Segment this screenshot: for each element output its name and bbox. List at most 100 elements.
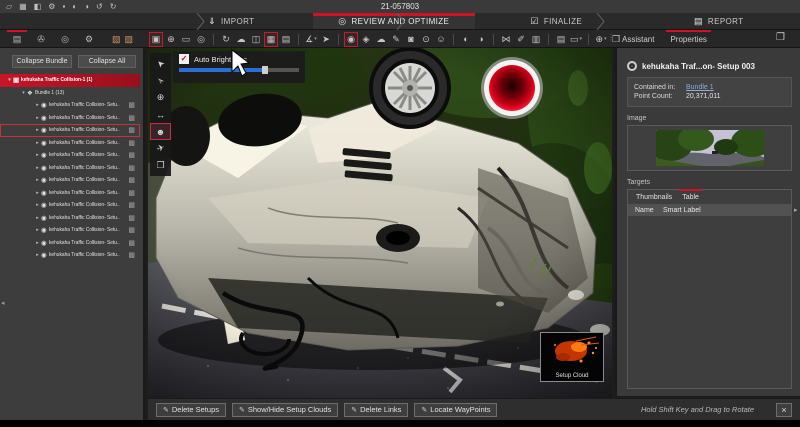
pick-point-tool-icon[interactable]: ➤ [319,32,333,47]
tree-expand-caret[interactable]: ▸ [34,140,41,146]
pedestrian-tool-icon[interactable]: ☺ [434,32,448,47]
draw-line-tool-icon[interactable]: ✐ [514,32,528,47]
pan-tool-icon[interactable]: ⊕ [164,32,178,47]
tree-setup-row[interactable]: ▸ ◉ kehukaha Traffic Collision- Setu... ▩ [0,187,140,200]
properties-panel: kehukaha Traf...on- Setup 003 Contained … [615,48,800,396]
tree-setup-row[interactable]: ▸ ◉ kehukaha Traffic Collision- Setu... ▩ [0,224,140,237]
tree-setup-row[interactable]: ▸ ◉ kehukaha Traffic Collision- Setu... ▩ [0,162,140,175]
setup-document-tool-icon[interactable]: ▤ [554,32,568,47]
tab-targets[interactable]: ◎ [53,30,77,48]
scan-position-marker[interactable] [481,57,543,119]
select-arrow-tool-icon[interactable]: ➤ [150,55,171,72]
delete-setups-button[interactable]: ✎ Delete Setups [156,402,226,417]
tree-setup-row[interactable]: ▸ ◉ kehukaha Traffic Collision- Setu... ▩ [0,124,140,137]
globe-view-tool-icon[interactable]: ◐ [459,32,473,47]
tab-assistant[interactable]: Assistant [620,30,656,48]
tree-expand-caret[interactable]: ▸ [34,115,41,121]
workflow-tab-finalize[interactable]: ☑ FINALIZE [475,13,638,29]
target-tool-icon[interactable]: ◉ [344,31,358,47]
orbit-view-tool-icon[interactable]: ⊕ ▾ [594,32,608,47]
move-tool-icon[interactable]: ⊕ [150,89,171,106]
tree-root-bundle[interactable]: ▾ ▣ kehukaha Traffic Collision-1 (1) [0,74,140,87]
tab-attachments[interactable]: ✇ [29,30,53,48]
person-view-tool-icon[interactable]: ☻ [150,123,171,140]
panel-layout-icon[interactable]: ❐ [776,32,785,43]
dropdown-caret-icon[interactable]: ▾ [314,36,317,42]
cloud-tool-icon[interactable]: ☁ [374,32,388,47]
tree-setup-row[interactable]: ▸ ◉ kehukaha Traffic Collision- Setu... ▩ [0,174,140,187]
panorama-viewport[interactable]: ➤ ➢ ⊕ ↔ ☻ ✈ ❒ ✓ Auto Brightness Setup Cl… [148,48,612,398]
tag-tool-icon[interactable]: ◈ [359,32,373,47]
tree-setup-row[interactable]: ▸ ◉ kehukaha Traffic Collision- Setu... ▩ [0,199,140,212]
tab-thumbnails[interactable]: Thumbnails [636,194,672,201]
setup-cloud-thumbnail[interactable]: Setup Cloud [540,332,604,382]
snapshot-tool-icon[interactable]: ◙ [404,32,418,47]
tree-expand-caret[interactable]: ▾ [20,90,27,96]
clipboard-tool-icon[interactable]: ▥ [529,32,543,47]
view-rectangle-tool-icon[interactable]: ▭ ▾ [569,32,583,47]
tree-expand-caret[interactable]: ▸ [34,152,41,158]
planar-view-tool-icon[interactable]: ▤ [279,32,293,47]
tab-processing-settings[interactable]: ⚙ [77,30,101,48]
cube-view-tool-icon[interactable]: ❒ [150,157,171,174]
collapse-all-button[interactable]: Collapse All [78,55,136,68]
tree-setup-row[interactable]: ▸ ◉ kehukaha Traffic Collision- Setu... ▩ [0,112,140,125]
workflow-tab-import[interactable]: ⇓ IMPORT [0,13,313,29]
fly-tool-icon[interactable]: ✈ [150,140,171,157]
tree-expand-caret[interactable]: ▸ [34,240,41,246]
bubble-view-tool-icon[interactable]: ◫ [249,32,263,47]
tree-expand-caret[interactable]: ▸ [34,252,41,258]
delete-links-button[interactable]: ✎ Delete Links [344,402,409,417]
tree-setup-row[interactable]: ▸ ◉ kehukaha Traffic Collision- Setu... ▩ [0,137,140,150]
tree-expand-caret[interactable]: ▸ [34,177,41,183]
tree-expand-caret[interactable]: ▸ [34,127,41,133]
tree-setup-row[interactable]: ▸ ◉ kehukaha Traffic Collision- Setu... ▩ [0,212,140,225]
tree-setup-row[interactable]: ▸ ◉ kehukaha Traffic Collision- Setu... ▩ [0,249,140,262]
workflow-tab-review-and-optimize[interactable]: ◎ REVIEW AND OPTIMIZE [312,13,475,29]
marquee-select-tool-icon[interactable]: ▭ [179,32,193,47]
lasso-select-tool-icon[interactable]: ➢ [150,72,171,89]
tree-expand-caret[interactable]: ▾ [6,77,13,83]
toggle-image-list-icon[interactable]: ▧ [112,34,121,45]
collapse-bundle-button[interactable]: Collapse Bundle [12,55,72,68]
measure-width-tool-icon[interactable]: ↔ [150,106,171,123]
column-name[interactable]: Name [628,207,663,214]
toggle-image-grid-icon[interactable]: ▨ [125,34,134,45]
cloud-import-tool-icon[interactable]: ☁ [234,32,248,47]
link-setups-tool-icon[interactable]: ⋈ [499,32,513,47]
rotate-view-tool-icon[interactable]: ↻ [219,32,233,47]
panorama-view-tool-icon[interactable]: ▦ [264,31,278,47]
tree-setup-row[interactable]: ▸ ◉ kehukaha Traffic Collision- Setu... ▩ [0,149,140,162]
tree-expand-caret[interactable]: ▸ [34,102,41,108]
waypoint-tool-icon[interactable]: ⊙ [419,32,433,47]
toolbar-splitter-handle[interactable]: ⋮ [607,33,615,42]
tree-bundle[interactable]: ▾ ❖ Bundle 1 (13) [0,87,140,100]
dropdown-caret-icon[interactable]: ▾ [580,36,583,42]
geo-reference-tool-icon[interactable]: ◑ [474,32,488,47]
close-viewer-button[interactable]: × [776,402,792,417]
tree-expand-caret[interactable]: ▸ [34,227,41,233]
annotate-tool-icon[interactable]: ✎ [389,32,403,47]
layout-tool-icon[interactable]: ▣ [149,31,163,47]
measure-tool-icon[interactable]: ∡ ▾ [304,32,318,47]
column-smart-label[interactable]: Smart Label [663,207,701,214]
tree-expand-caret[interactable]: ▸ [34,202,41,208]
tree-setup-row[interactable]: ▸ ◉ kehukaha Traffic Collision- Setu... ▩ [0,99,140,112]
left-panel-collapse-arrow[interactable]: ◂ [1,299,5,307]
tree-expand-caret[interactable]: ▸ [34,215,41,221]
zoom-tool-icon[interactable]: ◎ [194,32,208,47]
tree-expand-caret[interactable]: ▸ [34,190,41,196]
locate-waypoints-button[interactable]: ✎ Locate WayPoints [414,402,498,417]
tree-setup-row[interactable]: ▸ ◉ kehukaha Traffic Collision- Setu... ▩ [0,237,140,250]
right-panel-collapse-arrow[interactable]: ▸ [794,206,798,214]
tree-expand-caret[interactable]: ▸ [34,165,41,171]
auto-brightness-checkbox[interactable]: ✓ [179,54,189,64]
workflow-tab-report[interactable]: ▤ REPORT [638,13,800,29]
tab-table[interactable]: Table [679,189,702,201]
tab-properties[interactable]: Properties [666,30,712,48]
setup-image-box[interactable] [627,125,792,171]
tab-project-structure[interactable]: ▤ [5,30,29,48]
brightness-slider-handle[interactable] [262,66,269,74]
show-hide-setup-clouds-button[interactable]: ✎ Show/Hide Setup Clouds [232,402,339,417]
bundle-link[interactable]: Bundle 1 [686,84,714,91]
